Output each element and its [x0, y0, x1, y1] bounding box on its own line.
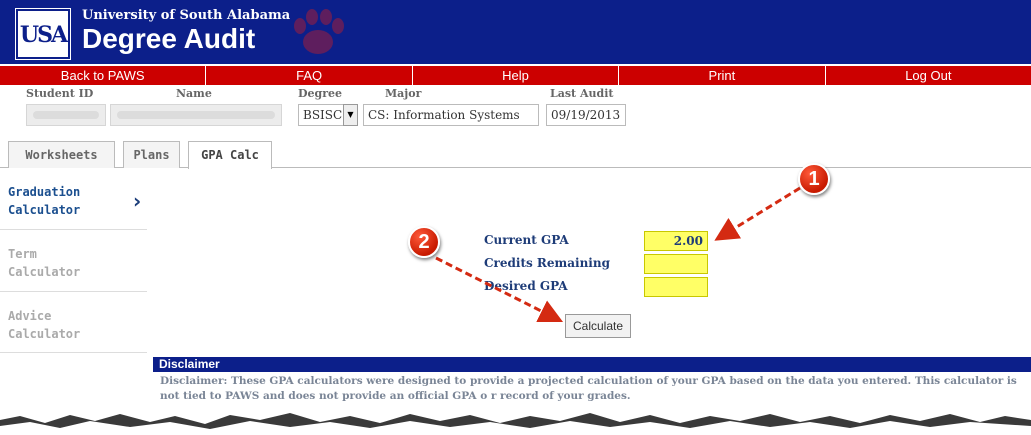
- main-nav: Back to PAWS FAQ Help Print Log Out: [0, 66, 1031, 85]
- degree-label: Degree: [298, 87, 343, 100]
- sidebar-item-label: Graduation: [8, 185, 81, 199]
- nav-log-out[interactable]: Log Out: [826, 66, 1031, 85]
- sidebar-divider: [0, 229, 147, 230]
- sidebar-item-term-calculator[interactable]: Term Calculator: [8, 245, 80, 281]
- student-id-field: [26, 104, 106, 126]
- desired-gpa-input[interactable]: [644, 277, 708, 297]
- app-header: USA University of South Alabama Degree A…: [0, 0, 1031, 64]
- sidebar-item-label: Advice: [8, 309, 52, 323]
- major-field: CS: Information Systems: [363, 104, 539, 126]
- tab-bar: Worksheets Plans GPA Calc: [0, 141, 1031, 169]
- sidebar-divider: [0, 352, 147, 353]
- tab-plans[interactable]: Plans: [123, 141, 180, 168]
- name-label: Name: [176, 87, 212, 100]
- sidebar-divider: [0, 291, 147, 292]
- desired-gpa-label: Desired GPA: [484, 279, 568, 293]
- last-audit-field: 09/19/2013: [546, 104, 626, 126]
- paw-print-icon: [294, 9, 344, 54]
- nav-print[interactable]: Print: [619, 66, 826, 85]
- degree-select[interactable]: BSISC: [298, 104, 344, 126]
- sidebar-item-label: Term: [8, 247, 37, 261]
- annotation-badge-2: 2: [408, 226, 440, 258]
- usa-logo: USA: [15, 8, 71, 60]
- university-name: University of South Alabama: [82, 8, 291, 23]
- nav-faq[interactable]: FAQ: [206, 66, 413, 85]
- nav-help[interactable]: Help: [413, 66, 620, 85]
- tab-worksheets[interactable]: Worksheets: [8, 141, 115, 168]
- annotation-badge-1: 1: [798, 163, 830, 195]
- credits-remaining-input[interactable]: [644, 254, 708, 274]
- sidebar-item-graduation-calculator[interactable]: Graduation Calculator: [8, 183, 80, 219]
- chevron-right-icon: ›: [133, 189, 142, 213]
- last-audit-label: Last Audit: [550, 87, 614, 100]
- nav-back-to-paws[interactable]: Back to PAWS: [0, 66, 207, 85]
- tab-gpa-calc[interactable]: GPA Calc: [188, 141, 272, 169]
- sidebar-item-label: Calculator: [8, 203, 81, 217]
- torn-edge: [0, 413, 1031, 435]
- credits-remaining-label: Credits Remaining: [484, 256, 610, 270]
- calculate-button[interactable]: Calculate: [565, 314, 631, 338]
- student-id-label: Student ID: [26, 87, 94, 100]
- logo-text: USA: [19, 22, 68, 48]
- sidebar-item-label: Calculator: [8, 327, 81, 341]
- sidebar-item-advice-calculator[interactable]: Advice Calculator: [8, 307, 80, 343]
- disclaimer-header: Disclaimer: [153, 357, 1031, 372]
- current-gpa-label: Current GPA: [484, 233, 569, 247]
- sidebar-item-label: Calculator: [8, 265, 81, 279]
- current-gpa-input[interactable]: 2.00: [644, 231, 708, 251]
- name-field: [110, 104, 282, 126]
- app-title: Degree Audit: [82, 23, 256, 54]
- major-label: Major: [385, 87, 422, 100]
- chevron-down-icon[interactable]: ▼: [343, 104, 358, 126]
- disclaimer-text: Disclaimer: These GPA calculators were d…: [160, 375, 1017, 402]
